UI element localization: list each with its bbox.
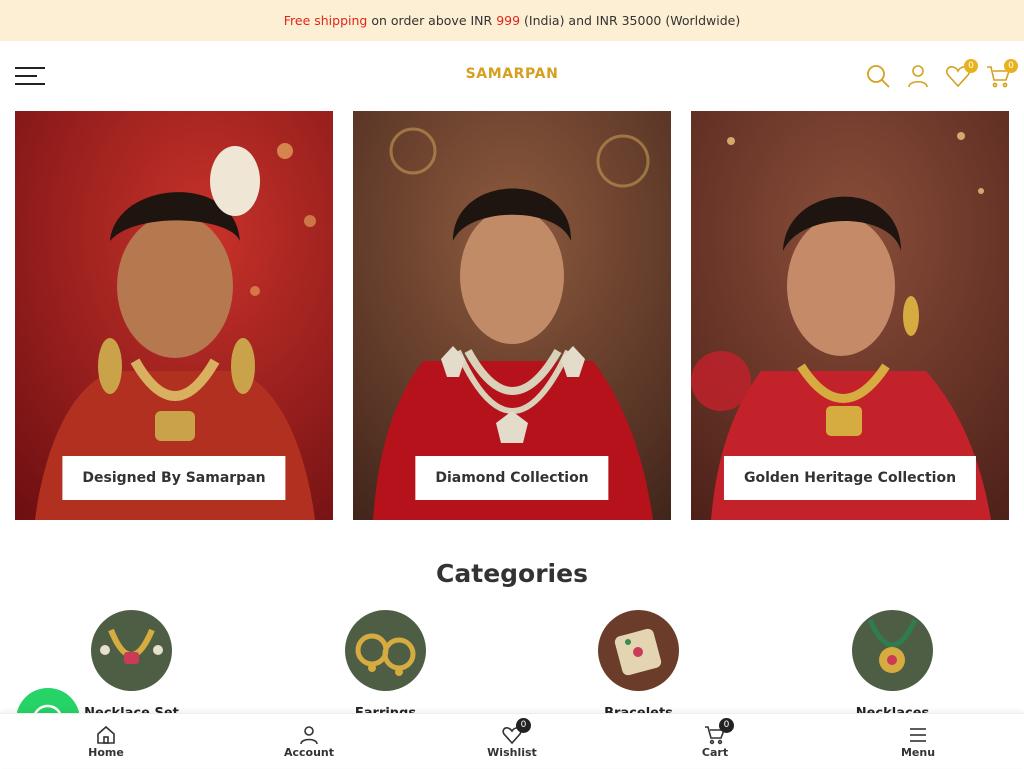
category-bracelets[interactable]: Bracelets (598, 610, 679, 721)
category-image (91, 610, 172, 691)
collection-banners: Designed By Samarpan Diamond Collection (15, 111, 1009, 520)
cart-count-badge: 0 (719, 718, 734, 733)
category-necklaces[interactable]: Necklaces (852, 610, 933, 721)
cart-icon[interactable]: 0 (985, 59, 1018, 89)
category-image (852, 610, 933, 691)
banner-label[interactable]: Diamond Collection (415, 456, 609, 500)
announcement-bar: Free shipping on order above INR 999 (In… (0, 0, 1024, 41)
categories-title: Categories (436, 559, 588, 588)
banner-label[interactable]: Golden Heritage Collection (723, 456, 977, 500)
nav-cart-label: Cart (701, 746, 729, 759)
wishlist-icon[interactable]: 0 (945, 59, 978, 89)
announcement-text: on order above INR (367, 13, 497, 28)
nav-home-label: Home (88, 746, 124, 759)
account-icon[interactable] (905, 63, 931, 89)
nav-wishlist[interactable]: 0 Wishlist (452, 714, 572, 769)
account-icon (298, 724, 320, 746)
wishlist-count-badge: 0 (516, 718, 531, 733)
nav-menu-label: Menu (900, 746, 936, 759)
banner-designed-by-samarpan[interactable]: Designed By Samarpan (15, 111, 333, 520)
banner-diamond-collection[interactable]: Diamond Collection (353, 111, 671, 520)
cart-icon: 0 (704, 718, 734, 746)
heart-icon: 0 (501, 718, 531, 746)
nav-menu[interactable]: Menu (858, 714, 978, 769)
nav-account[interactable]: Account (249, 714, 369, 769)
hamburger-menu-icon[interactable] (15, 67, 45, 85)
nav-home[interactable]: Home (46, 714, 166, 769)
search-icon[interactable] (865, 63, 891, 89)
banner-label[interactable]: Designed By Samarpan (62, 456, 286, 500)
bottom-navigation: Home Account 0 Wishlist 0 Cart Menu (0, 713, 1024, 768)
threshold-amount: 999 (496, 13, 521, 28)
wishlist-count-badge: 0 (964, 59, 978, 73)
announcement-text-end: (India) and INR 35000 (Worldwide) (520, 13, 741, 28)
cart-count-badge: 0 (1004, 59, 1018, 73)
nav-account-label: Account (283, 746, 335, 759)
menu-icon (907, 724, 929, 746)
home-icon (95, 724, 117, 746)
nav-wishlist-label: Wishlist (487, 746, 537, 759)
category-earrings[interactable]: Earrings (345, 610, 426, 721)
category-necklace-set[interactable]: Necklace Set (84, 610, 179, 721)
nav-cart[interactable]: 0 Cart (655, 714, 775, 769)
free-shipping-text: Free shipping (283, 13, 368, 28)
site-header: SAMARPAN 0 0 (0, 41, 1024, 111)
banner-golden-heritage-collection[interactable]: Golden Heritage Collection (691, 111, 1009, 520)
category-image (598, 610, 679, 691)
category-image (345, 610, 426, 691)
